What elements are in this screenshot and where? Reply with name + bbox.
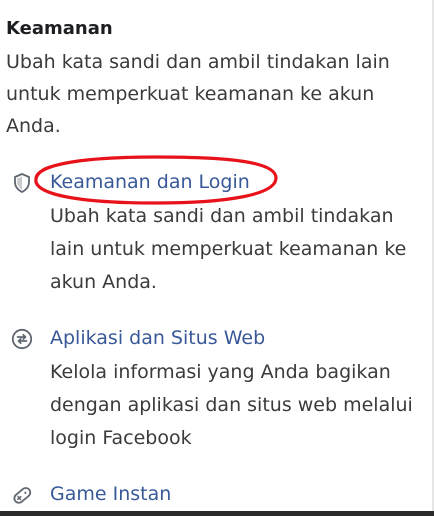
settings-item-title[interactable]: Aplikasi dan Situs Web (50, 327, 265, 349)
settings-item-security-login[interactable]: Keamanan dan Login Ubah kata sandi dan a… (0, 166, 434, 296)
settings-item-apps-websites[interactable]: Aplikasi dan Situs Web Kelola informasi … (0, 322, 434, 457)
settings-item-title[interactable]: Keamanan dan Login (50, 171, 250, 193)
settings-item-instant-games[interactable]: Game Instan (0, 478, 434, 511)
section-description: Ubah kata sandi dan ambil tindakan lain … (6, 51, 390, 137)
bottom-divider (0, 511, 434, 516)
apps-arrows-icon (10, 327, 34, 351)
settings-item-description: Kelola informasi yang Anda bagikan denga… (50, 361, 413, 449)
settings-item-title[interactable]: Game Instan (50, 483, 171, 505)
game-controller-icon (10, 483, 34, 507)
settings-item-description: Ubah kata sandi dan ambil tindakan lain … (50, 205, 407, 293)
section-title: Keamanan (6, 18, 113, 39)
shield-icon (10, 171, 34, 195)
